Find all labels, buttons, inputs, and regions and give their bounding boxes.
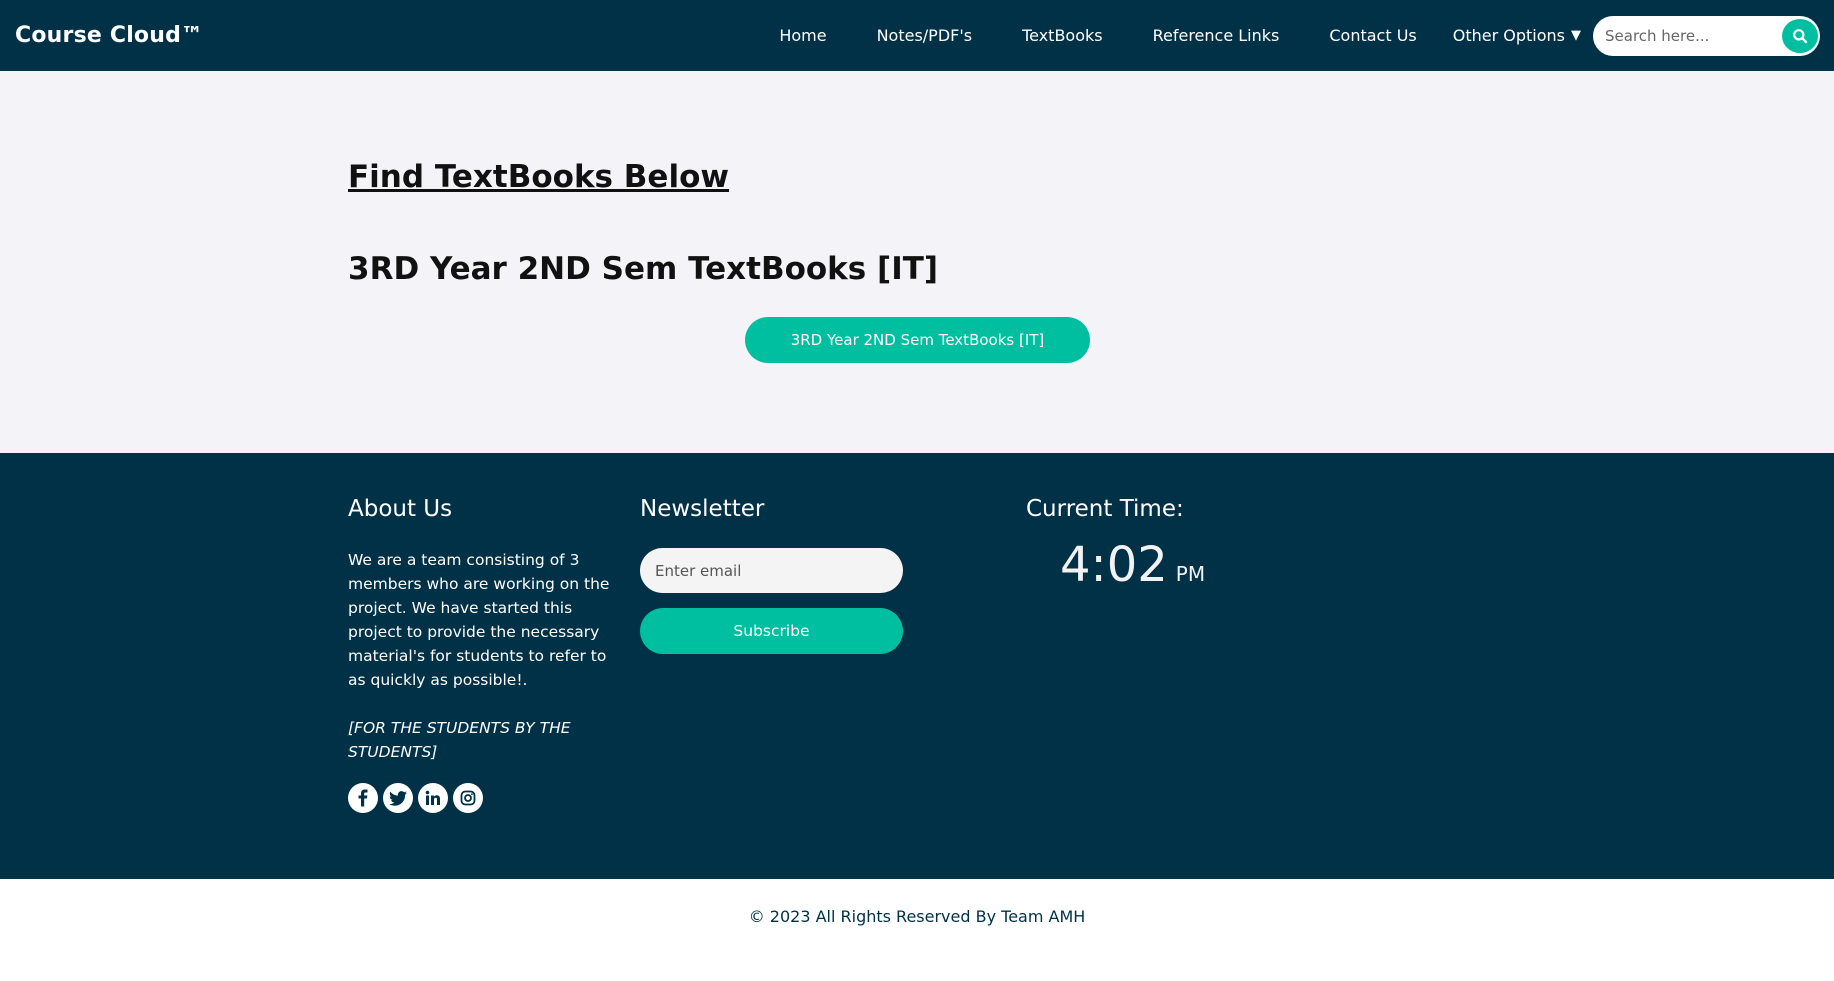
search-box (1593, 15, 1820, 56)
clock-ampm: PM (1175, 562, 1206, 586)
site-logo[interactable]: Course Cloud™ (15, 23, 203, 48)
nav-link-textbooks[interactable]: TextBooks (1022, 26, 1103, 45)
twitter-icon[interactable] (383, 783, 413, 813)
newsletter-title: Newsletter (640, 496, 765, 522)
nav-menu: Home Notes/PDF's TextBooks Reference Lin… (779, 15, 1820, 56)
page-title: Find TextBooks Below (348, 159, 730, 195)
subscribe-button[interactable]: Subscribe (640, 608, 903, 654)
footer: About Us We are a team consisting of 3 m… (0, 453, 1834, 879)
nav-link-reference-links[interactable]: Reference Links (1153, 26, 1280, 45)
email-field[interactable] (640, 548, 903, 593)
copyright-text: © 2023 All Rights Reserved By Team AMH (748, 907, 1086, 926)
top-navbar: Course Cloud™ Home Notes/PDF's TextBooks… (0, 0, 1834, 71)
nav-link-home[interactable]: Home (779, 26, 826, 45)
instagram-icon[interactable] (453, 783, 483, 813)
textbooks-link-button[interactable]: 3RD Year 2ND Sem TextBooks [IT] (745, 317, 1090, 363)
linkedin-icon[interactable] (418, 783, 448, 813)
other-options-dropdown[interactable]: Other Options ▼ (1453, 26, 1581, 45)
search-button[interactable] (1782, 18, 1818, 53)
nav-link-notes[interactable]: Notes/PDF's (877, 26, 973, 45)
clock-time: 4:02 (1060, 537, 1168, 593)
main-content: Find TextBooks Below 3RD Year 2ND Sem Te… (0, 71, 1834, 453)
caret-down-icon: ▼ (1571, 28, 1581, 43)
copyright-bar: © 2023 All Rights Reserved By Team AMH (0, 879, 1834, 981)
about-us-text: We are a team consisting of 3 members wh… (348, 551, 610, 689)
facebook-icon[interactable] (348, 783, 378, 813)
clock-display: 4:02 PM (1060, 537, 1205, 593)
nav-link-contact-us[interactable]: Contact Us (1329, 26, 1416, 45)
about-us-title: About Us (348, 496, 453, 522)
search-icon (1793, 28, 1808, 43)
social-links (348, 783, 488, 813)
about-us-motto: [FOR THE STUDENTS BY THE STUDENTS] (348, 719, 571, 761)
current-time-title: Current Time: (1026, 496, 1184, 522)
search-input[interactable] (1605, 26, 1775, 45)
dropdown-label: Other Options (1452, 26, 1565, 45)
section-heading: 3RD Year 2ND Sem TextBooks [IT] (348, 251, 939, 287)
